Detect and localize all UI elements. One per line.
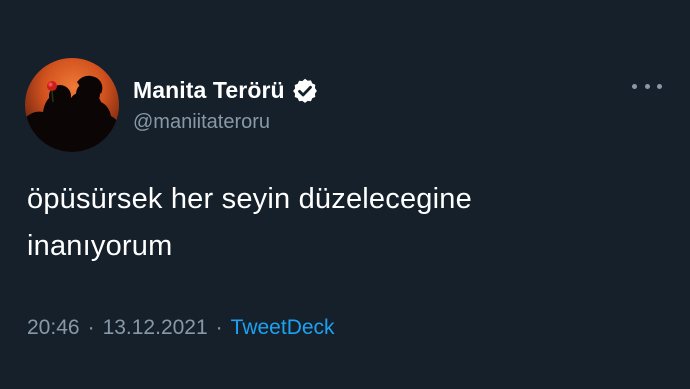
verified-badge-icon bbox=[291, 77, 319, 105]
avatar-image bbox=[25, 58, 119, 152]
tweet-text-line-1: öpüsürsek her seyin düzelecegine bbox=[27, 183, 472, 215]
tweet-meta: 20:46 · 13.12.2021 · TweetDeck bbox=[27, 316, 335, 340]
tweet-text-line-2: inanıyorum bbox=[27, 230, 173, 262]
tweet-date[interactable]: 13.12.2021 bbox=[103, 316, 208, 340]
meta-separator: · bbox=[87, 316, 95, 339]
avatar[interactable] bbox=[25, 58, 119, 152]
tweet-time[interactable]: 20:46 bbox=[27, 316, 80, 340]
more-options-icon[interactable] bbox=[632, 76, 662, 96]
meta-separator: · bbox=[215, 316, 223, 339]
more-dot bbox=[644, 83, 650, 89]
user-names: Manita Terörü @maniitateroru bbox=[133, 77, 319, 134]
tweet-card: Manita Terörü @maniitateroru öpüsürsek h… bbox=[0, 0, 690, 389]
tweet-header: Manita Terörü @maniitateroru bbox=[25, 58, 319, 152]
name-row: Manita Terörü bbox=[133, 77, 319, 105]
tweet-text: öpüsürsek her seyin düzelecegine inanıyo… bbox=[27, 176, 647, 270]
more-dot bbox=[657, 83, 662, 89]
tweet-source-link[interactable]: TweetDeck bbox=[231, 316, 335, 340]
user-handle[interactable]: @maniitateroru bbox=[133, 111, 319, 134]
display-name[interactable]: Manita Terörü bbox=[133, 77, 285, 104]
more-dot bbox=[632, 83, 637, 89]
